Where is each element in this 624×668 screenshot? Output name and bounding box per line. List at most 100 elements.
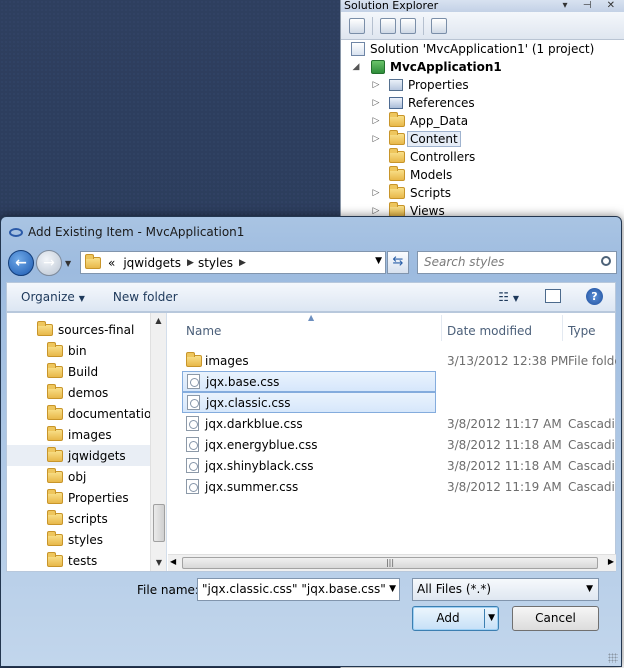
preview-pane-icon[interactable] xyxy=(545,289,561,303)
scroll-thumb[interactable]: ||| xyxy=(182,557,598,569)
nav-item-label: Properties xyxy=(68,490,129,505)
file-type: Cascading xyxy=(568,479,616,494)
file-row[interactable]: jqx.summer.css 3/8/2012 11:19 AM Cascading xyxy=(182,476,616,497)
horizontal-scrollbar[interactable]: ◀ ||| ▶ xyxy=(168,554,616,571)
nav-item-bin[interactable]: bin xyxy=(7,340,166,361)
nav-item-label: styles xyxy=(68,532,104,547)
file-name-input[interactable]: "jqx.classic.css" "jqx.base.css" ▼ xyxy=(197,578,400,601)
class-diagram-icon[interactable] xyxy=(431,17,447,34)
expand-arrow-icon[interactable]: ▷ xyxy=(371,80,381,90)
back-button[interactable]: ← xyxy=(8,250,34,276)
sort-indicator-icon: ▲ xyxy=(308,313,315,322)
tree-item-project[interactable]: ◢ MvcApplication1 xyxy=(341,58,624,76)
css-file-icon xyxy=(187,374,200,389)
nav-item-documentation[interactable]: documentation xyxy=(7,403,166,424)
file-row[interactable]: jqx.classic.css3/1/2012 5:48 PMCascading xyxy=(182,392,436,413)
scroll-down-icon[interactable]: ▼ xyxy=(151,555,166,571)
panel-window-buttons[interactable]: ▾ ⊣ ✕ xyxy=(563,0,621,11)
file-row[interactable]: images 3/13/2012 12:38 PMFile folder xyxy=(182,350,616,371)
file-type: Cascading xyxy=(568,437,616,452)
expand-arrow-icon[interactable]: ▷ xyxy=(371,134,381,144)
chevron-right-icon[interactable]: ▶ xyxy=(239,258,246,268)
chevron-down-icon[interactable]: ▼ xyxy=(389,579,396,600)
show-all-files-icon[interactable] xyxy=(380,17,396,34)
nav-item-images[interactable]: images xyxy=(7,424,166,445)
address-segment-jqwidgets[interactable]: jqwidgets xyxy=(123,256,181,270)
expand-arrow-icon[interactable]: ▷ xyxy=(371,98,381,108)
nav-item-demos[interactable]: demos xyxy=(7,382,166,403)
tree-item-content[interactable]: ▷ Content xyxy=(341,130,624,148)
nav-vertical-scrollbar[interactable]: ▲ ▼ xyxy=(150,313,166,571)
change-view-button[interactable]: ☷ ▼ xyxy=(498,290,519,304)
file-row[interactable]: jqx.base.css3/13/2012 12:39 PMCascading xyxy=(182,371,436,392)
file-row[interactable]: jqx.energyblue.css 3/8/2012 11:18 AM Casca… xyxy=(182,434,616,455)
file-row[interactable]: jqx.darkblue.css 3/8/2012 11:17 AM Cascadi… xyxy=(182,413,616,434)
nav-item-properties[interactable]: Properties xyxy=(7,487,166,508)
scroll-up-icon[interactable]: ▲ xyxy=(151,313,166,329)
forward-button[interactable]: → xyxy=(36,250,62,276)
folder-icon xyxy=(47,404,63,420)
nav-item-label: demos xyxy=(68,385,109,400)
scroll-right-icon[interactable]: ▶ xyxy=(608,557,614,566)
tree-item-controllers[interactable]: Controllers xyxy=(341,148,624,166)
column-header-type[interactable]: Type xyxy=(568,324,596,338)
address-overflow[interactable]: « xyxy=(108,256,115,270)
address-dropdown-icon[interactable]: ▼ xyxy=(375,256,382,266)
nav-item-styles[interactable]: styles xyxy=(7,529,166,550)
dialog-toolbar: Organize ▼ New folder ☷ ▼ ? xyxy=(6,282,616,312)
refresh-icon[interactable] xyxy=(400,17,416,34)
address-segment-styles[interactable]: styles xyxy=(198,256,233,270)
scroll-left-icon[interactable]: ◀ xyxy=(170,557,176,566)
add-button[interactable]: Add ▼ xyxy=(412,606,499,631)
tree-item-scripts[interactable]: ▷ Scripts xyxy=(341,184,624,202)
column-divider[interactable] xyxy=(441,315,442,341)
file-row[interactable]: jqx.shinyblack.css 3/8/2012 11:18 AM Casca… xyxy=(182,455,616,476)
nav-item-build[interactable]: Build xyxy=(7,361,166,382)
column-headers: ▲ Name Date modified Type xyxy=(168,313,616,343)
column-divider[interactable] xyxy=(562,315,563,341)
nav-item-sources-final[interactable]: sources-final xyxy=(7,319,166,340)
browser-content: sources-final bin Build demos documentation i… xyxy=(6,312,616,572)
tree-item-references[interactable]: ▷ References xyxy=(341,94,624,112)
tree-item-properties[interactable]: ▷ Properties xyxy=(341,76,624,94)
add-options-dropdown-icon[interactable]: ▼ xyxy=(488,607,495,630)
nav-item-label: documentation xyxy=(68,406,159,421)
column-header-name[interactable]: Name xyxy=(186,324,221,338)
refresh-button[interactable]: ⇆ xyxy=(387,251,409,274)
scroll-thumb[interactable] xyxy=(153,504,165,542)
nav-item-tests[interactable]: tests xyxy=(7,550,166,571)
tree-item-models[interactable]: Models xyxy=(341,166,624,184)
file-type-value: All Files (*.*) xyxy=(417,582,492,596)
expand-arrow-icon[interactable]: ▷ xyxy=(371,206,381,216)
tree-item-solution[interactable]: Solution 'MvcApplication1' (1 project) xyxy=(341,40,624,58)
file-name: jqx.base.css xyxy=(206,374,280,389)
nav-item-label: tests xyxy=(68,553,98,568)
css-file-icon xyxy=(186,437,199,452)
help-icon[interactable]: ? xyxy=(586,288,603,305)
nav-item-jqwidgets[interactable]: jqwidgets xyxy=(7,445,166,466)
cancel-button[interactable]: Cancel xyxy=(512,606,599,631)
file-type-select[interactable]: All Files (*.*) ▼ xyxy=(412,578,599,601)
recent-locations-dropdown-icon[interactable]: ▼ xyxy=(65,259,71,268)
file-date: 3/13/2012 12:38 PM xyxy=(447,353,569,368)
expand-arrow-icon[interactable]: ▷ xyxy=(371,116,381,126)
toolbar-separator xyxy=(372,16,373,35)
search-input[interactable]: Search styles xyxy=(417,251,617,274)
file-name: jqx.summer.css xyxy=(205,479,299,494)
address-bar[interactable]: « jqwidgets ▶ styles ▶ ▼ xyxy=(80,251,386,274)
chevron-right-icon[interactable]: ▶ xyxy=(187,258,194,268)
nav-item-scripts[interactable]: scripts xyxy=(7,508,166,529)
properties-toolbar-icon[interactable] xyxy=(349,17,365,34)
collapse-arrow-icon[interactable]: ◢ xyxy=(351,62,361,72)
organize-button[interactable]: Organize ▼ xyxy=(7,290,99,304)
tree-item-app-data[interactable]: ▷ App_Data xyxy=(341,112,624,130)
file-name: jqx.shinyblack.css xyxy=(205,458,314,473)
nav-item-obj[interactable]: obj xyxy=(7,466,166,487)
expand-arrow-icon[interactable]: ▷ xyxy=(371,188,381,198)
resize-grip[interactable] xyxy=(608,653,618,663)
css-file-icon xyxy=(187,395,200,410)
chevron-down-icon[interactable]: ▼ xyxy=(586,579,593,600)
new-folder-button[interactable]: New folder xyxy=(99,290,192,304)
references-icon xyxy=(389,97,403,109)
column-header-date[interactable]: Date modified xyxy=(447,324,532,338)
